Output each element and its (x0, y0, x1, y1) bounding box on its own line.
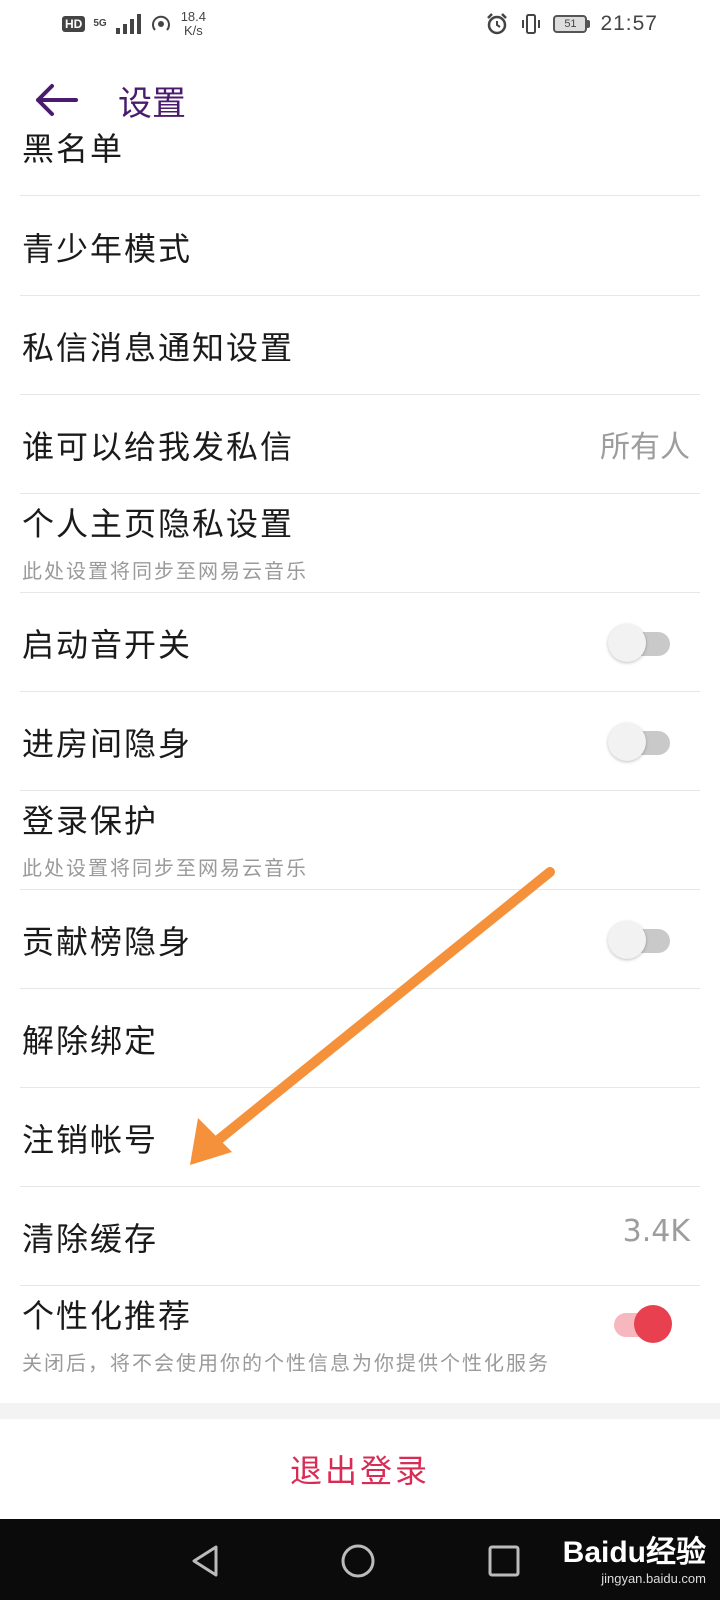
contribution-invisible-toggle[interactable] (608, 919, 670, 959)
toggle-knob (634, 1305, 672, 1343)
setting-contribution-invisible: 贡献榜隐身 (20, 889, 700, 989)
setting-label: 黑名单 (22, 130, 125, 168)
setting-unbind[interactable]: 解除绑定 (20, 988, 700, 1088)
toggle-knob (608, 921, 646, 959)
setting-sub: 此处设置将同步至网易云音乐 (22, 559, 308, 583)
setting-value: 所有人 (600, 430, 690, 465)
hotspot-icon (151, 15, 170, 31)
setting-value: 3.4K (622, 1214, 690, 1249)
setting-label: 个人主页隐私设置 (22, 505, 295, 543)
setting-label: 启动音开关 (22, 626, 193, 664)
nav-home-icon (341, 1544, 375, 1578)
setting-label: 解除绑定 (22, 1022, 159, 1060)
nav-back-button[interactable] (184, 1539, 228, 1583)
battery-icon: 51 (553, 15, 591, 33)
nav-home-button[interactable] (336, 1539, 380, 1583)
nav-back-icon (192, 1545, 218, 1577)
room-invisible-toggle[interactable] (608, 721, 670, 761)
logout-button[interactable]: 退出登录 (0, 1419, 720, 1519)
system-nav-bar: Baidu经验 jingyan.baidu.com (0, 1519, 720, 1600)
setting-label: 清除缓存 (22, 1220, 159, 1258)
settings-list: 黑名单 青少年模式 私信消息通知设置 谁可以给我发私信 所有人 个人主页隐私设置… (0, 98, 720, 1403)
setting-who-can-message[interactable]: 谁可以给我发私信 所有人 (20, 394, 700, 494)
baidu-watermark: Baidu经验 jingyan.baidu.com (563, 1527, 706, 1586)
setting-label: 谁可以给我发私信 (22, 428, 295, 466)
vibrate-icon (522, 14, 541, 34)
watermark-url: jingyan.baidu.com (601, 1571, 706, 1586)
nav-recents-icon (488, 1545, 520, 1577)
setting-message-notification[interactable]: 私信消息通知设置 (20, 295, 700, 395)
setting-label: 注销帐号 (22, 1121, 159, 1159)
setting-sub: 此处设置将同步至网易云音乐 (22, 856, 308, 880)
setting-startup-sound: 启动音开关 (20, 592, 700, 692)
toggle-knob (608, 723, 646, 761)
hd-badge: HD (62, 16, 86, 32)
setting-label: 登录保护 (22, 802, 159, 840)
setting-personalized-recommendation: 个性化推荐 关闭后，将不会使用你的个性信息为你提供个性化服务 (20, 1285, 700, 1385)
battery-tip (587, 20, 591, 28)
network-type: 5G (93, 18, 107, 29)
nav-recents-button[interactable] (482, 1539, 526, 1583)
setting-label: 进房间隐身 (22, 725, 193, 763)
setting-room-invisible: 进房间隐身 (20, 691, 700, 791)
setting-label: 个性化推荐 (22, 1297, 193, 1335)
section-divider (0, 1403, 720, 1419)
speed-unit: K/s (183, 23, 203, 38)
clock: 21:57 (600, 12, 658, 35)
battery-level: 51 (553, 15, 588, 33)
setting-label: 青少年模式 (22, 230, 193, 268)
setting-label: 私信消息通知设置 (22, 329, 295, 367)
setting-profile-privacy[interactable]: 个人主页隐私设置 此处设置将同步至网易云音乐 (20, 493, 700, 593)
setting-clear-cache[interactable]: 清除缓存 3.4K (20, 1186, 700, 1286)
logout-label: 退出登录 (289, 1452, 430, 1490)
status-left: HD 5G 18.4 K/s (62, 10, 206, 38)
watermark-brand: Baidu经验 (562, 1536, 706, 1569)
toggle-knob (608, 624, 646, 662)
network-speed: 18.4 K/s (181, 10, 206, 38)
personalized-recommendation-toggle[interactable] (608, 1303, 672, 1343)
startup-sound-toggle[interactable] (608, 622, 670, 662)
setting-label: 贡献榜隐身 (22, 923, 193, 961)
speed-value: 18.4 (180, 9, 206, 24)
setting-cancel-account[interactable]: 注销帐号 (20, 1087, 700, 1187)
status-bar: HD 5G 18.4 K/s 51 21:57 (0, 0, 720, 48)
setting-sub: 关闭后，将不会使用你的个性信息为你提供个性化服务 (22, 1351, 550, 1375)
setting-blacklist[interactable]: 黑名单 (20, 98, 700, 196)
setting-teen-mode[interactable]: 青少年模式 (20, 196, 700, 296)
setting-login-protection[interactable]: 登录保护 此处设置将同步至网易云音乐 (20, 790, 700, 890)
alarm-icon (487, 13, 508, 35)
status-right: 51 21:57 (485, 12, 658, 36)
signal-icon (115, 14, 141, 34)
